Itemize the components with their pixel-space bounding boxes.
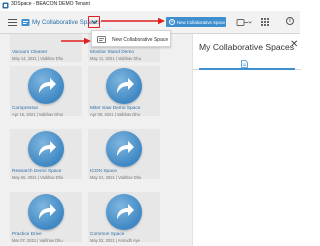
- dropdown-item-new-space[interactable]: New Collaborative Space: [112, 37, 168, 43]
- space-logo: [106, 68, 142, 104]
- space-tile-name[interactable]: ICON Space: [90, 169, 117, 174]
- window-title: 3DSpace - BEACON DEMO Tenant: [11, 1, 90, 7]
- space-tile-name[interactable]: Miter Saw Demo Space: [90, 106, 140, 111]
- annotation-arrow-icon: [61, 37, 91, 45]
- new-space-icon: [97, 36, 106, 43]
- 3dspace-logo-icon: [2, 2, 9, 9]
- document-tab-icon[interactable]: [241, 60, 248, 68]
- side-panel-tabs: [193, 58, 301, 70]
- space-tile-name[interactable]: Compressor: [12, 106, 38, 111]
- space-dropdown-menu: New Collaborative Space: [91, 30, 171, 47]
- spaces-grid: Vacuum Cleaner May 14, 2021 | Vaibhav Dh…: [0, 34, 192, 246]
- space-tile-meta: Mar 07, 2021 | Vaibhav Dhu: [12, 237, 63, 243]
- curved-arrow-icon: [117, 141, 134, 156]
- space-logo: [28, 131, 64, 167]
- plus-icon: +: [169, 18, 175, 25]
- collaborative-space-icon: [21, 19, 30, 26]
- space-logo: [106, 131, 142, 167]
- space-tile-meta: May 11, 2021 | Vaibhav Dhu: [90, 56, 141, 61]
- space-tile-meta: May 14, 2021 | Vaibhav Dhu: [12, 56, 64, 61]
- space-tile[interactable]: Practice Drive Mar 07, 2021 | Vaibhav Dh…: [10, 192, 82, 243]
- space-thumbnail: [10, 129, 82, 169]
- curved-arrow-icon: [39, 141, 56, 156]
- new-collaborative-space-button[interactable]: + New Collaborative Space: [166, 17, 226, 27]
- space-tile-meta: May 21, 2021 | Vaibhav Dhu: [90, 174, 142, 180]
- space-tile-name[interactable]: Common Space: [90, 232, 124, 237]
- side-panel-title: My Collaborative Spaces: [199, 42, 295, 52]
- space-thumbnail: [10, 192, 82, 232]
- apps-grid-icon[interactable]: [261, 18, 269, 26]
- space-logo: [28, 68, 64, 104]
- space-thumbnail: [88, 66, 160, 106]
- space-tile-name[interactable]: Practice Drive: [12, 232, 42, 237]
- space-tile[interactable]: ICON Space May 21, 2021 | Vaibhav Dhu: [88, 129, 160, 180]
- window-titlebar: 3DSpace - BEACON DEMO Tenant: [0, 0, 300, 11]
- side-panel: My Collaborative Spaces ✕: [192, 34, 301, 246]
- chevron-down-icon: [90, 20, 98, 25]
- info-icon[interactable]: i: [286, 17, 294, 25]
- space-tile-meta: Apr 09, 2021 | Vaibhav Dhu: [90, 111, 140, 117]
- space-thumbnail: [88, 129, 160, 169]
- space-tile-meta: Apr 15, 2021 | Vaibhav Dhur: [12, 111, 64, 117]
- curved-arrow-icon: [39, 78, 56, 93]
- space-tile[interactable]: Common Space May 02, 2021 | Anirudh Aye: [88, 192, 160, 243]
- curved-arrow-icon: [117, 78, 134, 93]
- space-logo: [28, 194, 64, 230]
- active-tab-indicator: [199, 68, 295, 70]
- space-thumbnail: [88, 192, 160, 232]
- space-tile-meta: May 02, 2021 | Anirudh Aye: [90, 237, 140, 243]
- space-tile-meta: May 06, 2021 | Vaibhav Dhu: [12, 174, 64, 180]
- annotation-arrow-icon: [101, 17, 165, 25]
- space-selector-dropdown-button[interactable]: [88, 16, 100, 28]
- new-space-button-label: New Collaborative Space: [177, 19, 226, 25]
- space-thumbnail: [10, 66, 82, 106]
- space-tile-name[interactable]: Monitor Stand Demo: [90, 50, 134, 55]
- space-tile[interactable]: Compressor Apr 15, 2021 | Vaibhav Dhur: [10, 66, 82, 117]
- space-tile[interactable]: Miter Saw Demo Space Apr 09, 2021 | Vaib…: [88, 66, 160, 117]
- share-tool-dropdown-icon[interactable]: [236, 18, 252, 27]
- curved-arrow-icon: [39, 204, 56, 219]
- curved-arrow-icon: [117, 204, 134, 219]
- close-icon[interactable]: ✕: [290, 39, 298, 50]
- hamburger-menu-icon[interactable]: [8, 19, 17, 27]
- space-tile-name[interactable]: Vacuum Cleaner: [12, 50, 47, 55]
- space-tile-name[interactable]: Research Demo Space: [12, 169, 62, 174]
- space-tile[interactable]: Research Demo Space May 06, 2021 | Vaibh…: [10, 129, 82, 180]
- space-logo: [106, 194, 142, 230]
